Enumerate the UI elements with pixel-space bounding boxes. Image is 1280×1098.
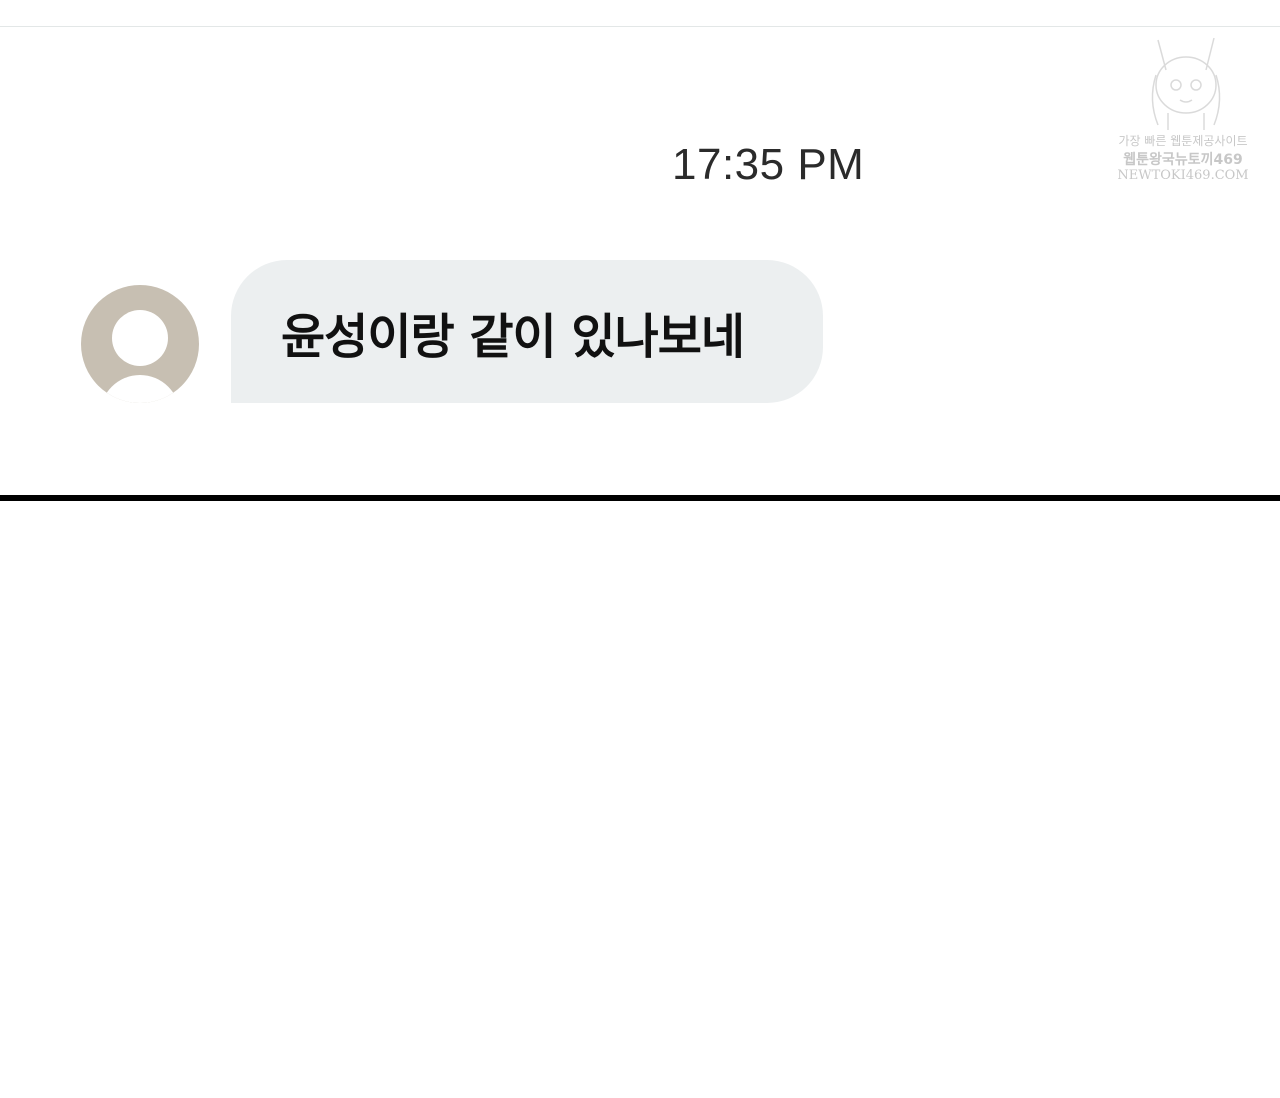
- avatar-body: [100, 375, 180, 403]
- panel-divider: [0, 495, 1280, 501]
- avatar-head: [112, 310, 168, 366]
- user-avatar-icon[interactable]: [81, 285, 199, 403]
- watermark-url: NEWTOKI469.COM: [1117, 168, 1249, 183]
- message-text: 윤성이랑 같이 있나보네: [281, 308, 745, 365]
- watermark-tagline: 가장 빠른 웹툰제공사이트: [1118, 134, 1248, 148]
- watermark-title: 웹툰왕국뉴토끼469: [1123, 152, 1243, 168]
- mascot-logo-icon: [1151, 37, 1221, 130]
- message-timestamp: 17:35 PM: [672, 140, 865, 189]
- message-bubble[interactable]: 윤성이랑 같이 있나보네: [231, 260, 823, 403]
- site-watermark: 가장 빠른 웹툰제공사이트 웹툰왕국뉴토끼469 NEWTOKI469.COM: [1108, 30, 1258, 190]
